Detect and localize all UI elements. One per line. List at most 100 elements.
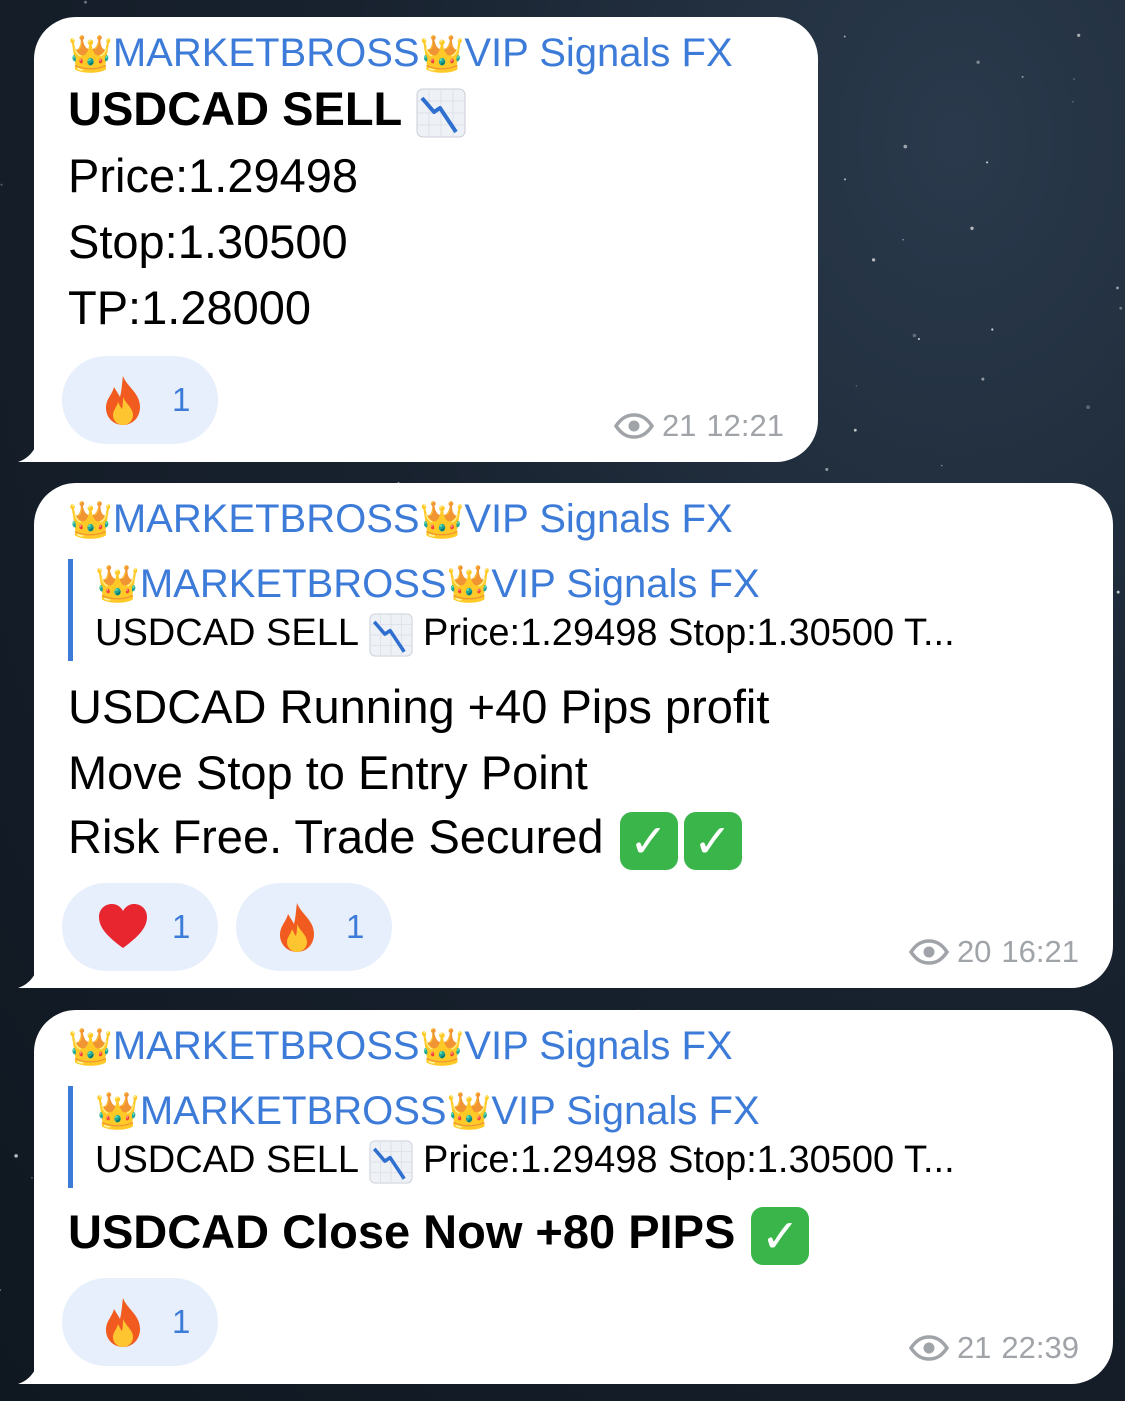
star-dot [84,0,87,4]
star-dot [991,328,994,331]
message-bubble[interactable]: 👑 MARKETBROSS 👑 VIP Signals FX 👑 MARKETB… [34,1010,1113,1384]
message-time: 22:39 [1001,1330,1079,1365]
views-eye-icon [613,413,654,439]
reaction-count: 1 [172,381,191,418]
star-dot [1077,33,1081,37]
crown-icon: 👑 [95,1090,140,1131]
message-bubble[interactable]: 👑 MARKETBROSS 👑 VIP Signals FX 👑 MARKETB… [34,483,1113,988]
reply-quote[interactable]: 👑 MARKETBROSS 👑 VIP Signals FX USDCAD SE… [68,1086,1078,1188]
star-dot [986,161,989,164]
message-line: USDCAD Running +40 Pips profit [68,680,770,733]
channel-name-part: VIP Signals FX [464,31,733,75]
star-dot [902,239,904,241]
channel-name-part: VIP Signals FX [464,497,733,541]
reaction-heart[interactable]: 1 [62,883,218,971]
reply-sender: 👑 MARKETBROSS 👑 VIP Signals FX [95,1086,1078,1136]
reaction-fire[interactable]: 1 [236,883,392,971]
star-dot [1086,405,1090,409]
message-line: Move Stop to Entry Point [68,746,588,799]
star-dot [843,178,847,181]
view-count: 21 [661,408,697,443]
reply-text: Price:1.29498 Stop:1.30500 T... [422,612,955,654]
reply-sender-part: VIP Signals FX [491,561,760,606]
check-mark-icon: ✓ [683,811,742,870]
star-dot [970,226,974,230]
heart-icon [99,904,147,948]
crown-icon: 👑 [446,563,492,604]
chart-decreasing-icon [369,613,413,657]
channel-name[interactable]: 👑 MARKETBROSS 👑 VIP Signals FX [68,31,733,76]
view-count: 20 [956,934,992,969]
star-dot [843,35,846,38]
reply-sender-part: MARKETBROSS [139,561,447,606]
fire-icon [106,376,140,425]
star-dot [941,464,943,467]
reply-text: USDCAD SELL [95,612,359,654]
message-line: Risk Free. Trade Secured ✓ ✓ [68,809,742,870]
star-dot [871,258,876,262]
fire-icon [280,903,314,952]
channel-name-part: MARKETBROSS [112,497,420,541]
crown-icon: 👑 [68,498,113,540]
crown-icon: 👑 [68,1025,113,1067]
crown-icon: 👑 [419,1025,465,1067]
star-dot [903,144,908,149]
crown-icon: 👑 [95,563,140,604]
star-dot [1116,286,1119,290]
message-text: Risk Free. Trade Secured [68,810,604,863]
reaction-fire[interactable]: 1 [62,1278,218,1366]
channel-name-part: MARKETBROSS [112,1024,420,1068]
star-dot [912,333,917,338]
star-dot [1119,306,1123,310]
channel-name[interactable]: 👑 MARKETBROSS 👑 VIP Signals FX [68,1024,733,1069]
reaction-count: 1 [346,908,365,945]
check-mark-icon: ✓ [619,811,678,870]
message-line: USDCAD SELL [68,81,466,138]
view-count: 21 [956,1330,992,1365]
star-dot [853,428,857,432]
reply-sender-part: MARKETBROSS [139,1088,447,1133]
channel-name[interactable]: 👑 MARKETBROSS 👑 VIP Signals FX [68,497,733,542]
star-dot [31,1177,33,1179]
message-meta: 20 16:21 [908,934,1079,970]
message-line: TP:1.28000 [68,281,312,334]
views-eye-icon [908,939,949,965]
message-meta: 21 12:21 [613,408,784,444]
star-dot [1072,100,1074,103]
star-dot [1021,75,1024,78]
crown-icon: 👑 [419,32,465,74]
message-time: 16:21 [1001,934,1079,969]
star-dot [0,1289,2,1291]
star-dot [917,337,920,341]
star-dot [825,467,829,471]
message-bubble[interactable]: 👑 MARKETBROSS 👑 VIP Signals FX USDCAD SE… [34,17,818,462]
message-time: 12:21 [706,408,784,443]
crown-icon: 👑 [419,498,465,540]
chart-decreasing-icon [369,1140,413,1184]
reply-sender-part: VIP Signals FX [491,1088,760,1133]
message-line: USDCAD Close Now +80 PIPS ✓ [68,1204,810,1265]
reply-quote[interactable]: 👑 MARKETBROSS 👑 VIP Signals FX USDCAD SE… [68,559,1078,661]
star-dot [1073,78,1075,80]
reply-preview: USDCAD SELL Price:1.29498 Stop:1.30500 T.… [95,609,1078,657]
star-dot [1116,590,1120,594]
check-mark-icon: ✓ [751,1206,810,1265]
reaction-count: 1 [172,1303,191,1340]
crown-icon: 👑 [68,32,113,74]
message-meta: 21 22:39 [908,1330,1079,1366]
reply-text: USDCAD SELL [95,1139,359,1181]
star-dot [855,385,857,387]
message-text: USDCAD SELL [68,82,403,135]
message-line: Stop:1.30500 [68,215,348,268]
star-dot [0,183,3,186]
star-dot [981,377,985,381]
message-line: Price:1.29498 [68,149,359,202]
crown-icon: 👑 [446,1090,492,1131]
reply-sender: 👑 MARKETBROSS 👑 VIP Signals FX [95,559,1078,609]
reply-preview: USDCAD SELL Price:1.29498 Stop:1.30500 T.… [95,1136,1078,1184]
reaction-count: 1 [172,908,191,945]
reaction-fire[interactable]: 1 [62,356,218,444]
channel-name-part: VIP Signals FX [464,1024,733,1068]
star-dot [976,60,980,64]
star-dot [14,1154,18,1158]
